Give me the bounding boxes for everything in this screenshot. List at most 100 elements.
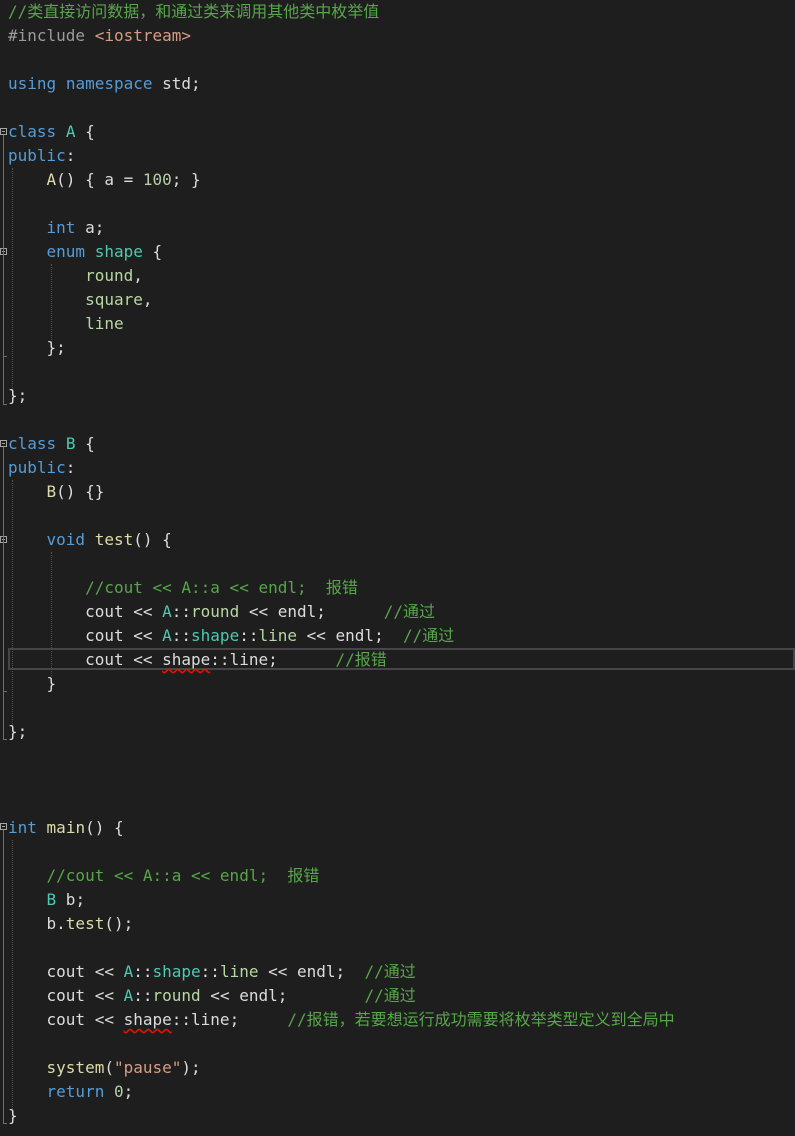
code-token: void (46, 530, 86, 549)
code-line[interactable]: square, (8, 288, 153, 312)
error-token: shape (162, 650, 211, 669)
code-line[interactable]: cout << A::shape::line << endl; //通过 (8, 960, 416, 984)
code-token: } (8, 1106, 18, 1125)
code-line[interactable]: b.test(); (8, 912, 134, 936)
code-editor[interactable]: //类直接访问数据，和通过类来调用其他类中枚举值 #include <iostre… (0, 0, 795, 1136)
code-line[interactable]: cout << A::round << endl; //通过 (8, 984, 416, 1008)
code-line[interactable]: cout << shape::line; //报错 (8, 648, 387, 672)
code-token: int (46, 218, 76, 237)
code-token: << endl; (200, 986, 365, 1005)
code-token: ; } (171, 170, 201, 189)
code-token: #include (8, 26, 86, 45)
code-token: //cout << A::a << endl; 报错 (46, 866, 320, 885)
code-token: ( (104, 1058, 114, 1077)
code-line[interactable]: return 0; (8, 1080, 134, 1104)
code-token: () { a = (56, 170, 143, 189)
code-token: system (46, 1058, 105, 1077)
code-token: class (8, 122, 57, 141)
code-token: test (94, 530, 134, 549)
code-token: //报错 (335, 650, 387, 669)
code-line[interactable]: //cout << A::a << endl; 报错 (8, 864, 320, 888)
code-line[interactable]: enum shape { (8, 240, 163, 264)
code-line[interactable]: void test() { (8, 528, 172, 552)
code-line[interactable]: }; (8, 336, 66, 360)
code-token: cout << (8, 650, 163, 669)
code-token: , (142, 290, 153, 309)
code-line[interactable]: }; (8, 720, 27, 744)
code-line[interactable]: #include <iostream> (8, 24, 191, 48)
code-token: //通过 (402, 626, 455, 645)
code-line[interactable]: //类直接访问数据，和通过类来调用其他类中枚举值 (8, 0, 379, 24)
code-token: << endl; (258, 962, 365, 981)
code-token: //类直接访问数据，和通过类来调用其他类中枚举值 (8, 2, 380, 21)
fold-region-end (3, 739, 7, 740)
code-line[interactable]: public: (8, 456, 75, 480)
code-token: cout << (8, 986, 124, 1005)
code-token: round (85, 266, 134, 285)
code-token: () { (85, 818, 124, 837)
code-line[interactable]: cout << A::round << endl; //通过 (8, 600, 435, 624)
fold-toggle-main-icon[interactable] (0, 823, 7, 830)
code-token: : (65, 146, 76, 165)
code-line[interactable]: line (8, 312, 124, 336)
code-line[interactable]: }; (8, 384, 27, 408)
code-line[interactable]: public: (8, 144, 75, 168)
code-line[interactable]: system("pause"); (8, 1056, 201, 1080)
code-line[interactable]: class B { (8, 432, 95, 456)
fold-toggle-class-b-icon[interactable] (0, 440, 7, 447)
code-token: () {} (56, 482, 105, 501)
code-token: cout << (8, 602, 163, 621)
code-line[interactable]: int a; (8, 216, 105, 240)
fold-region-end (3, 1123, 7, 1124)
code-line[interactable]: A() { a = 100; } (8, 168, 201, 192)
code-token: cout << (8, 1010, 124, 1029)
code-token: ; (123, 1082, 134, 1101)
code-line[interactable]: } (8, 672, 57, 696)
code-line[interactable]: B() {} (8, 480, 105, 504)
code-line[interactable]: B b; (8, 888, 86, 912)
code-token: A (123, 986, 134, 1005)
code-line[interactable]: round, (8, 264, 143, 288)
fold-region-enum-shape (3, 255, 4, 356)
code-token: 0 (113, 1082, 124, 1101)
fold-toggle-class-a-icon[interactable] (0, 128, 7, 135)
fold-region-end (3, 691, 7, 692)
code-token: << endl; (239, 602, 384, 621)
code-token: cout << (8, 626, 163, 645)
fold-region-end (3, 356, 7, 357)
code-token: ::line; (171, 1010, 288, 1029)
code-line[interactable]: int main() { (8, 816, 124, 840)
code-token: ::line; (210, 650, 336, 669)
code-token: :: (133, 986, 153, 1005)
code-line[interactable]: //cout << A::a << endl; 报错 (8, 576, 358, 600)
code-token: enum (46, 242, 86, 261)
code-line[interactable]: cout << shape::line; //报错，若要想运行成功需要将枚举类型… (8, 1008, 675, 1032)
code-token: B (65, 434, 76, 453)
code-token: :: (171, 626, 192, 645)
code-line[interactable]: cout << A::shape::line << endl; //通过 (8, 624, 454, 648)
code-token: }; (8, 722, 28, 741)
code-token: b. (8, 914, 66, 933)
code-token: //通过 (383, 602, 435, 621)
code-token: shape (191, 626, 240, 645)
code-token: public (8, 458, 66, 477)
code-token: line (219, 962, 259, 981)
code-token: cout << (8, 962, 124, 981)
code-line[interactable]: } (8, 1104, 18, 1128)
code-token: using (8, 74, 57, 93)
code-token: //通过 (364, 986, 416, 1005)
code-token: A (123, 962, 134, 981)
code-line[interactable]: using namespace std; (8, 72, 201, 96)
code-token: public (8, 146, 66, 165)
code-line[interactable]: class A { (8, 120, 95, 144)
code-token: { (75, 434, 95, 453)
code-token: main (46, 818, 86, 837)
